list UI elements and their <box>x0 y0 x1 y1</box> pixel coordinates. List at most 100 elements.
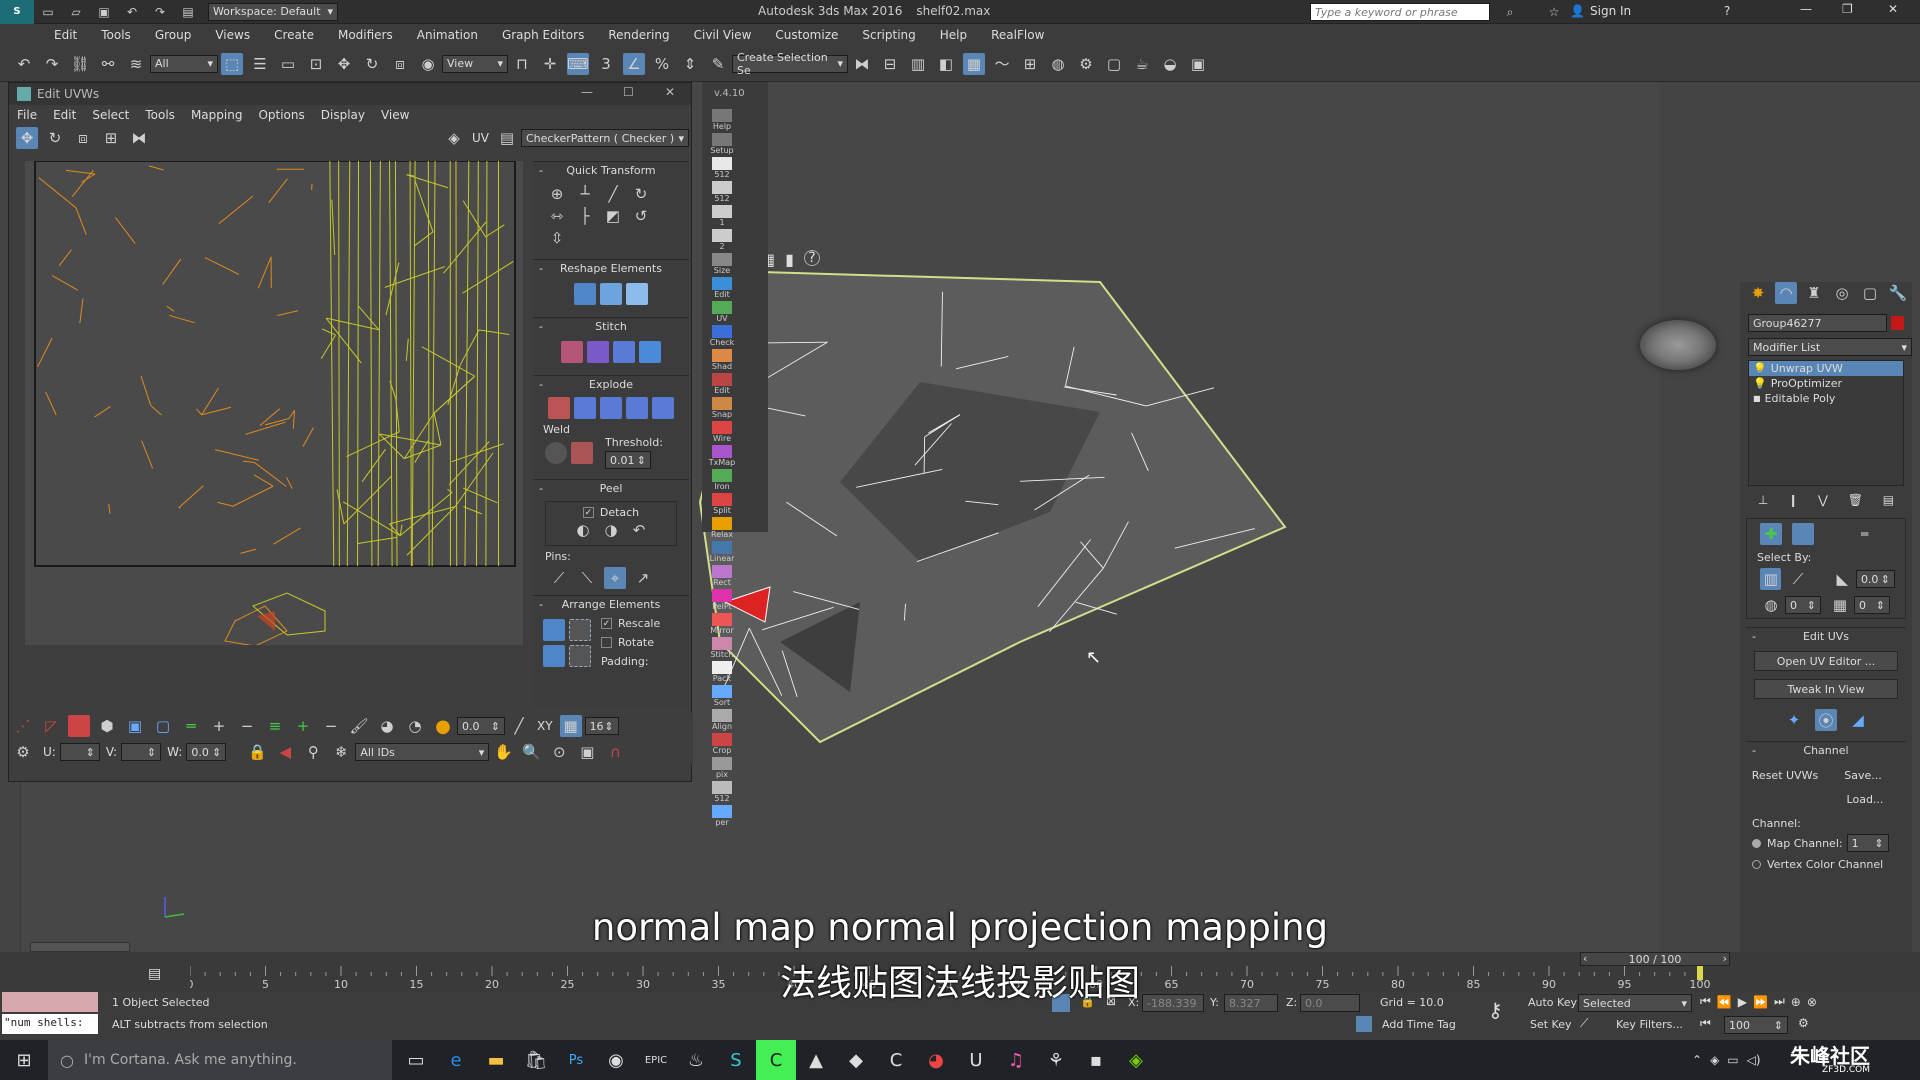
select-by-angle-icon[interactable]: ◣ <box>1832 568 1853 590</box>
dark-app-icon[interactable]: ▪ <box>1076 1040 1116 1080</box>
viewport-help-icon[interactable]: ? <box>803 250 820 266</box>
menu-animation[interactable]: Animation <box>417 28 478 42</box>
explode-angle-icon[interactable] <box>626 397 648 419</box>
key-filters-button[interactable]: Key Filters... <box>1616 1018 1683 1031</box>
add-time-tag-icon[interactable] <box>1356 1016 1372 1032</box>
close-icon[interactable]: ✕ <box>1888 2 1898 16</box>
filter-selected-icon[interactable]: ⚲ <box>302 741 324 763</box>
stack-item-editable-poly[interactable]: ■ Editable Poly <box>1749 391 1903 406</box>
uv-scale-icon[interactable]: ⧈ <box>72 127 94 149</box>
save-file-icon[interactable]: ▣ <box>93 1 115 23</box>
paint-reduce-icon[interactable]: ◔ <box>404 715 426 737</box>
rescale-checkbox[interactable]: ✓ <box>601 618 612 629</box>
paint-select-icon[interactable]: 🖌 <box>348 715 370 737</box>
auto-pin-icon[interactable]: ⌖ <box>604 567 626 589</box>
textools-button-6[interactable]: Size <box>709 251 735 275</box>
snap-icon[interactable]: ∩ <box>604 741 626 763</box>
utilities-tab-icon[interactable]: 🔧 <box>1887 282 1909 304</box>
textools-button-16[interactable]: Split <box>709 491 735 515</box>
rotate-cw-icon[interactable]: ↻ <box>630 183 652 205</box>
named-selection-select[interactable]: Create Selection Se ▾ <box>732 51 848 77</box>
spinner-snap-icon[interactable]: ⇕ <box>679 53 701 75</box>
menu-tools[interactable]: Tools <box>101 28 131 42</box>
curve-editor-icon[interactable]: 〜 <box>991 53 1013 75</box>
smoothing-spinner[interactable]: 0 ⇕ <box>1785 596 1821 614</box>
camtasia-icon[interactable]: C <box>876 1040 916 1080</box>
reset-peel-icon[interactable]: ↶ <box>628 519 650 541</box>
uv-freeform-icon[interactable]: ⊞ <box>100 127 122 149</box>
pack-center-icon[interactable] <box>569 645 591 667</box>
menu-views[interactable]: Views <box>215 28 250 42</box>
modifier-list-select[interactable]: Modifier List ▾ <box>1748 338 1912 356</box>
3ds-max-taskbar-icon[interactable]: S <box>716 1040 756 1080</box>
map-channel-radio[interactable] <box>1752 838 1761 848</box>
menu-group[interactable]: Group <box>155 28 192 42</box>
uv-menu-tools[interactable]: Tools <box>145 108 175 122</box>
reference-coordinate-select[interactable]: View ▾ <box>442 54 508 73</box>
align-to-edge-icon[interactable]: ╱ <box>602 183 624 205</box>
paint-enlarge-icon[interactable]: ◕ <box>376 715 398 737</box>
volume-icon[interactable]: ◁) <box>1747 1053 1761 1067</box>
binoculars-icon[interactable]: ⌕ <box>1499 1 1521 23</box>
render-activeshade-icon[interactable]: ▣ <box>1187 53 1209 75</box>
note-app-icon[interactable]: ◆ <box>836 1040 876 1080</box>
edge-subobject-icon[interactable]: ═ <box>1861 527 1868 541</box>
textools-button-21[interactable]: Mirror <box>709 611 735 635</box>
uv-menu-file[interactable]: File <box>17 108 37 122</box>
menu-civil-view[interactable]: Civil View <box>694 28 752 42</box>
current-frame-field[interactable]: 100 ⇕ <box>1724 1016 1788 1034</box>
textools-button-3[interactable]: 512 <box>709 179 735 203</box>
key-mode-icon[interactable]: ⏮ <box>1700 1016 1711 1031</box>
make-unique-icon[interactable]: ⋁ <box>1818 493 1828 507</box>
pack-custom-icon[interactable] <box>543 645 565 667</box>
angle-spinner[interactable]: 0.0 ⇕ <box>1855 570 1895 588</box>
space-vertical-icon[interactable]: ⇳ <box>546 227 568 249</box>
textools-button-17[interactable]: Relax <box>709 515 735 539</box>
object-name-field[interactable]: Group46277 <box>1748 314 1887 332</box>
straighten-selection-icon[interactable] <box>574 283 596 305</box>
configure-sets-icon[interactable]: ▤ <box>1883 493 1894 507</box>
align-horizontal-icon[interactable]: ┴ <box>574 183 596 205</box>
menu-customize[interactable]: Customize <box>775 28 838 42</box>
render-setup-icon[interactable]: ⚙ <box>1075 53 1097 75</box>
limit-icon[interactable]: ▦ <box>559 715 582 737</box>
maximize-icon[interactable]: ❐ <box>1842 2 1853 16</box>
shrink-select-icon[interactable]: ▢ <box>152 715 174 737</box>
shrink-ring-icon[interactable]: − <box>320 715 342 737</box>
add-time-tag[interactable]: Add Time Tag <box>1382 1018 1456 1031</box>
pack-together-icon[interactable] <box>569 619 591 641</box>
viewport-layout-icon[interactable]: ▮ <box>785 250 794 269</box>
uv-maximize-icon[interactable]: ☐ <box>623 85 634 99</box>
relax-icon[interactable] <box>600 283 622 305</box>
material-id-spinner[interactable]: 0 ⇕ <box>1854 596 1890 614</box>
window-crossing-icon[interactable]: ⊡ <box>305 53 327 75</box>
ring-icon[interactable]: + <box>208 715 230 737</box>
photoshop-icon[interactable]: Ps <box>556 1040 596 1080</box>
people-app-icon[interactable]: ⚘ <box>1036 1040 1076 1080</box>
set-pivot-icon[interactable]: ⊕ <box>546 183 568 205</box>
unlink-icon[interactable]: ⚯ <box>97 53 119 75</box>
zoom-icon[interactable]: 🔍 <box>520 741 542 763</box>
redo-icon[interactable]: ↷ <box>41 53 63 75</box>
quick-planar-map-icon[interactable]: ✦ <box>1783 709 1805 731</box>
uv-move-icon[interactable]: ✥ <box>16 127 38 149</box>
edge-select-icon[interactable]: ◸ <box>40 715 62 737</box>
object-color-swatch[interactable] <box>1890 316 1904 330</box>
select-object-icon[interactable]: ⬚ <box>221 52 243 75</box>
manipulate-icon[interactable]: ✛ <box>539 53 561 75</box>
w-spinner[interactable]: 0.0 ⇕ <box>186 743 227 761</box>
select-by-material-icon[interactable]: ▦ <box>1829 594 1851 616</box>
pack-normalize-icon[interactable] <box>543 619 565 641</box>
project-folder-icon[interactable]: ▤ <box>177 1 199 23</box>
edge-browser-icon[interactable]: e <box>436 1040 476 1080</box>
uv-minimize-icon[interactable]: — <box>581 85 593 99</box>
channel-header[interactable]: Channel <box>1746 741 1906 759</box>
textools-button-18[interactable]: Linear <box>709 539 735 563</box>
rotate-checkbox[interactable] <box>601 637 612 648</box>
remove-modifier-icon[interactable]: 🗑 <box>1848 493 1863 507</box>
stack-item-unwrap-uvw[interactable]: 💡 Unwrap UVW <box>1749 361 1903 376</box>
loop-icon[interactable]: ═ <box>180 715 202 737</box>
textools-button-14[interactable]: TxMap <box>709 443 735 467</box>
photos-icon[interactable]: ▲ <box>796 1040 836 1080</box>
move-icon[interactable]: ✥ <box>333 53 355 75</box>
